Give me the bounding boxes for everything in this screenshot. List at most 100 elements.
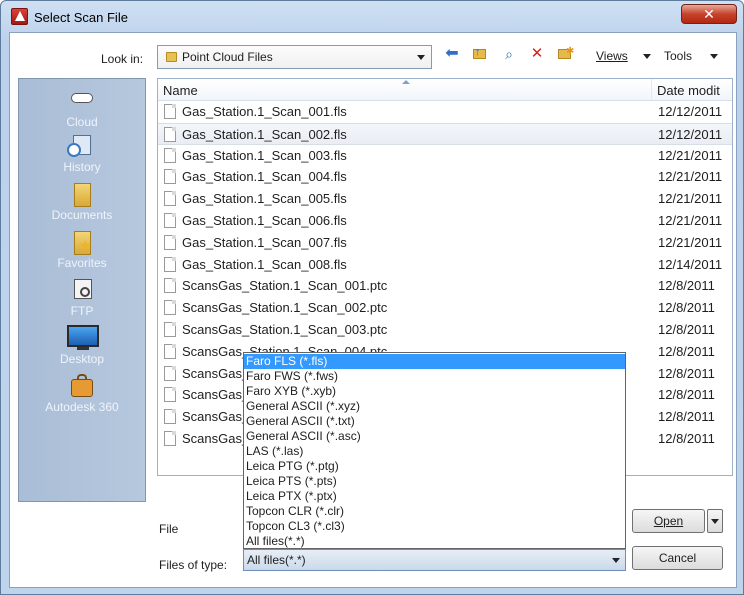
place-documents[interactable]: Documents — [19, 181, 145, 229]
file-type-option[interactable]: General ASCII (*.xyz) — [244, 399, 625, 414]
close-button[interactable]: ✕ — [681, 4, 737, 24]
file-row[interactable]: ScansGas_Station.1_Scan_003.ptc 12/8/2011 — [158, 319, 732, 341]
new-folder-icon[interactable]: ✱ — [556, 45, 574, 63]
column-header-name[interactable]: Name — [158, 79, 652, 101]
file-date: 12/8/2011 — [658, 431, 715, 446]
file-date: 12/8/2011 — [658, 343, 715, 359]
tools-menu-button[interactable]: Tools — [664, 49, 692, 63]
file-type-option[interactable]: All files(*.*) — [244, 534, 625, 549]
file-name: Gas_Station.1_Scan_002.fls — [182, 126, 347, 142]
file-type-option[interactable]: General ASCII (*.asc) — [244, 429, 625, 444]
column-header-date[interactable]: Date modit — [652, 79, 732, 101]
look-in-combo[interactable]: Point Cloud Files — [157, 45, 432, 69]
file-name: ScansGas_ — [182, 431, 250, 446]
file-row[interactable]: Gas_Station.1_Scan_004.fls 12/21/2011 — [158, 166, 732, 188]
file-row[interactable]: Gas_Station.1_Scan_005.fls 12/21/2011 — [158, 188, 732, 210]
delete-icon[interactable]: ✕ — [528, 45, 546, 63]
files-of-type-dropdown-list[interactable]: Faro FLS (*.fls) Faro FWS (*.fws) Faro XYB… — [243, 352, 626, 549]
file-type-option[interactable]: Topcon CL3 (*.cl3) — [244, 519, 625, 534]
file-date: 12/21/2011 — [658, 147, 723, 163]
place-desktop[interactable]: Desktop — [19, 325, 145, 373]
file-icon — [164, 300, 176, 316]
chevron-down-icon — [417, 55, 425, 60]
file-name: ScansGas_ — [182, 387, 250, 403]
cloud-icon — [71, 93, 93, 103]
views-chevron-down-icon[interactable] — [643, 54, 651, 59]
file-type-option[interactable]: Faro XYB (*.xyb) — [244, 384, 625, 399]
file-icon — [164, 104, 176, 119]
ftp-icon — [67, 277, 97, 303]
file-icon — [164, 322, 176, 337]
file-type-option[interactable]: Leica PTG (*.ptg) — [244, 459, 625, 474]
up-one-level-icon[interactable]: ↑ — [471, 45, 489, 63]
dialog-client-area: Look in: Point Cloud Files ⬅ ↑ ⌕ ✕ ✱ Vie… — [9, 32, 737, 588]
chevron-down-icon — [612, 558, 620, 563]
select-scan-file-dialog: Select Scan File ✕ Look in: Point Cloud … — [0, 0, 744, 595]
file-date: 12/21/2011 — [658, 213, 723, 228]
place-label: FTP — [70, 304, 94, 318]
file-row[interactable]: Gas_Station.1_Scan_006.fls 12/21/2011 — [158, 210, 732, 232]
column-name-label: Name — [163, 83, 198, 98]
list-header: Name Date modit — [158, 79, 732, 101]
files-of-type-select[interactable]: All files(*.*) — [243, 549, 626, 571]
file-icon — [164, 365, 176, 381]
history-icon — [67, 133, 97, 159]
place-label: Desktop — [59, 352, 105, 366]
file-name: ScansGas_Station.1_Scan_003.ptc — [182, 322, 388, 337]
file-date: 12/21/2011 — [658, 169, 723, 185]
file-date: 12/8/2011 — [658, 409, 715, 425]
file-name: ScansGas_ — [182, 409, 250, 425]
place-history[interactable]: History — [19, 133, 145, 181]
file-icon — [164, 126, 176, 142]
file-name: Gas_Station.1_Scan_004.fls — [182, 169, 347, 185]
places-sidebar: Cloud History Documents ★ Favorites FTP … — [18, 78, 146, 502]
file-icon — [164, 431, 176, 446]
file-icon — [164, 213, 176, 228]
file-type-option[interactable]: Faro FLS (*.fls) — [244, 354, 625, 369]
file-row[interactable]: Gas_Station.1_Scan_008.fls 12/14/2011 — [158, 254, 732, 276]
file-type-option[interactable]: Faro FWS (*.fws) — [244, 369, 625, 384]
file-date: 12/8/2011 — [658, 322, 715, 337]
file-row[interactable]: Gas_Station.1_Scan_001.fls 12/12/2011 — [158, 101, 732, 123]
place-label: Documents — [51, 208, 113, 222]
place-cloud[interactable]: Cloud — [19, 85, 145, 133]
file-name: ScansGas_Station.1_Scan_001.ptc — [182, 278, 388, 294]
desktop-icon — [67, 325, 99, 351]
look-in-label: Look in: — [101, 52, 144, 66]
file-icon — [164, 169, 176, 185]
file-type-option[interactable]: Leica PTS (*.pts) — [244, 474, 625, 489]
cancel-button[interactable]: Cancel — [632, 546, 723, 570]
search-web-icon[interactable]: ⌕ — [500, 45, 518, 63]
open-options-dropdown-button[interactable] — [707, 509, 723, 533]
documents-folder-icon — [67, 181, 97, 207]
file-type-option[interactable]: LAS (*.las) — [244, 444, 625, 459]
file-row[interactable]: ScansGas_Station.1_Scan_001.ptc 12/8/2011 — [158, 275, 732, 297]
file-row[interactable]: Gas_Station.1_Scan_002.fls 12/12/2011 — [158, 122, 732, 145]
views-menu-button[interactable]: Views — [596, 49, 628, 63]
file-icon — [164, 387, 176, 403]
file-row[interactable]: Gas_Station.1_Scan_007.fls 12/21/2011 — [158, 232, 732, 254]
open-label: Open — [653, 514, 684, 528]
file-date: 12/8/2011 — [658, 278, 715, 294]
file-type-option[interactable]: Leica PTX (*.ptx) — [244, 489, 625, 504]
file-type-option[interactable]: General ASCII (*.txt) — [244, 414, 625, 429]
place-autodesk-360[interactable]: Autodesk 360 — [19, 373, 145, 421]
file-icon — [164, 147, 176, 163]
back-arrow-icon[interactable]: ⬅ — [443, 45, 461, 63]
file-row[interactable]: ScansGas_Station.1_Scan_002.ptc 12/8/2011 — [158, 297, 732, 319]
place-ftp[interactable]: FTP — [19, 277, 145, 325]
tools-chevron-down-icon[interactable] — [710, 54, 718, 59]
place-favorites[interactable]: ★ Favorites — [19, 229, 145, 277]
file-name: Gas_Station.1_Scan_003.fls — [182, 147, 347, 163]
look-in-value: Point Cloud Files — [182, 50, 273, 64]
file-row[interactable]: Gas_Station.1_Scan_003.fls 12/21/2011 — [158, 145, 732, 167]
file-type-option[interactable]: Topcon CLR (*.clr) — [244, 504, 625, 519]
file-name: ScansGas_ — [182, 365, 250, 381]
file-icon — [164, 278, 176, 294]
file-icon — [164, 234, 176, 250]
file-date: 12/12/2011 — [658, 126, 723, 142]
title-bar[interactable]: Select Scan File ✕ — [1, 1, 743, 31]
open-button[interactable]: Open — [632, 509, 705, 533]
file-date: 12/21/2011 — [658, 234, 723, 250]
place-label: Cloud — [66, 115, 98, 129]
